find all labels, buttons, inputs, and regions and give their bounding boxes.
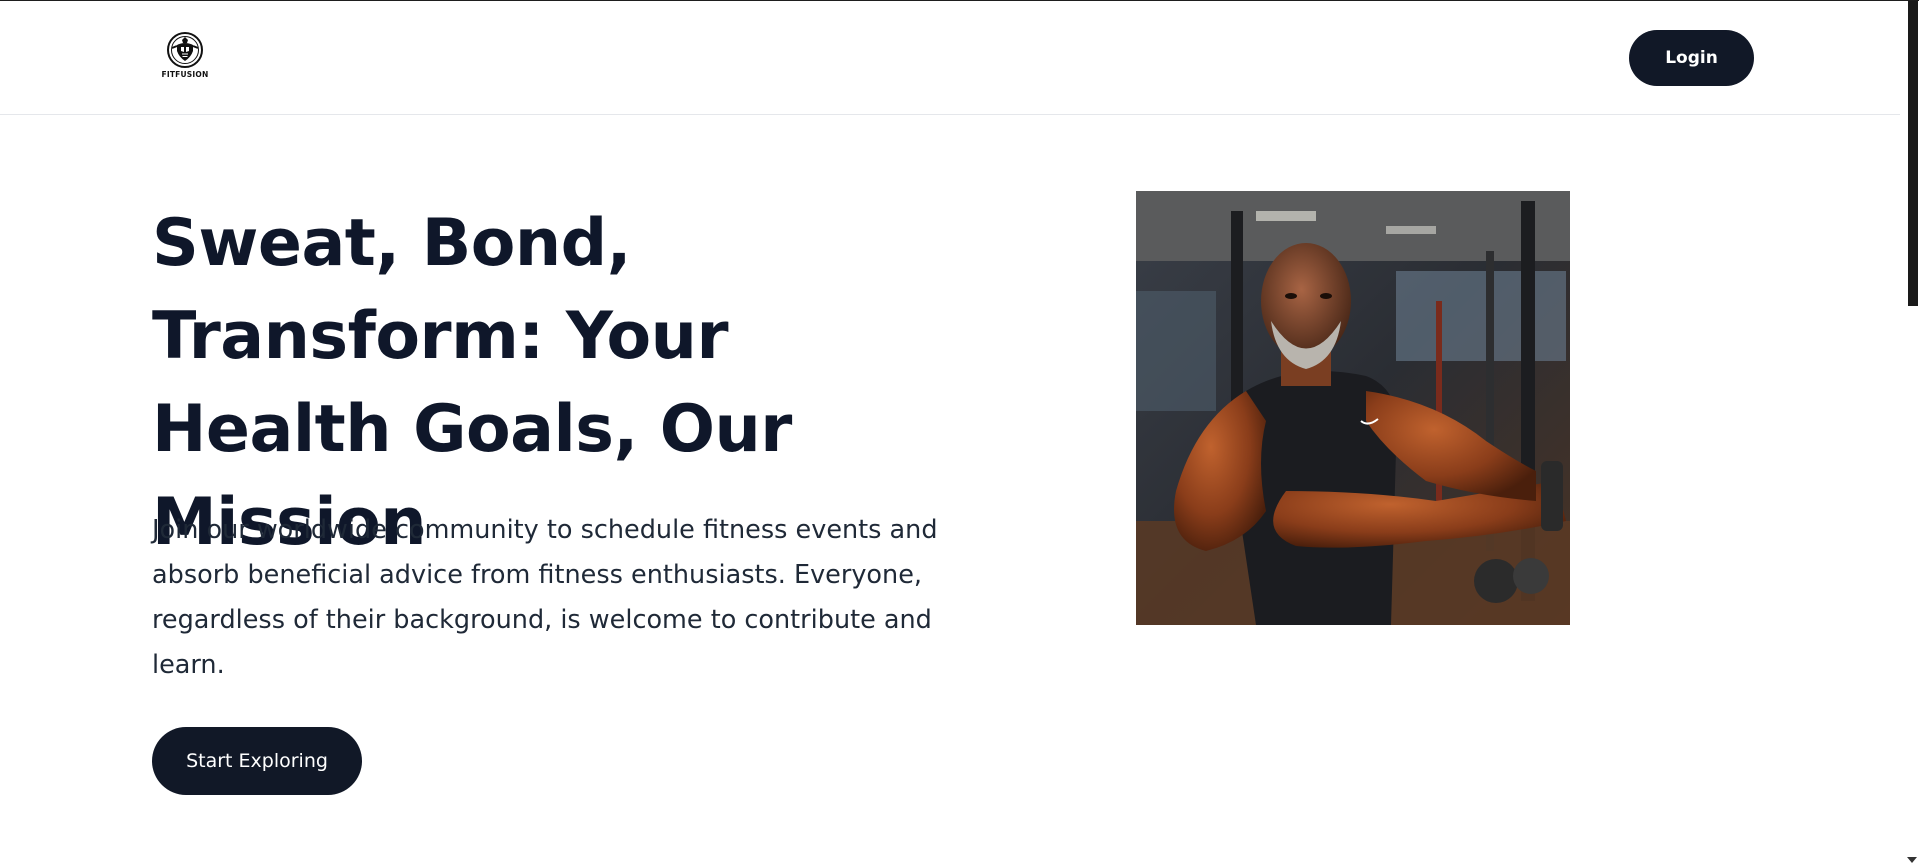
site-header: FITFUSION Login bbox=[0, 1, 1900, 115]
scroll-down-arrow-icon[interactable] bbox=[1907, 857, 1917, 863]
logo-text: FITFUSION bbox=[161, 70, 209, 79]
page: FITFUSION Login Sweat, Bond, Transform: … bbox=[0, 0, 1919, 867]
login-button[interactable]: Login bbox=[1629, 30, 1754, 86]
vertical-scrollbar[interactable] bbox=[1900, 1, 1919, 867]
logo-emblem-icon bbox=[167, 32, 203, 68]
scrollbar-thumb[interactable] bbox=[1908, 1, 1918, 306]
bodybuilder-photo-icon bbox=[1136, 191, 1570, 625]
fitfusion-logo[interactable]: FITFUSION bbox=[160, 31, 210, 85]
hero-image bbox=[1136, 191, 1570, 625]
hero-description: Join our worldwide community to schedule… bbox=[152, 515, 938, 680]
start-exploring-button[interactable]: Start Exploring bbox=[152, 727, 362, 795]
